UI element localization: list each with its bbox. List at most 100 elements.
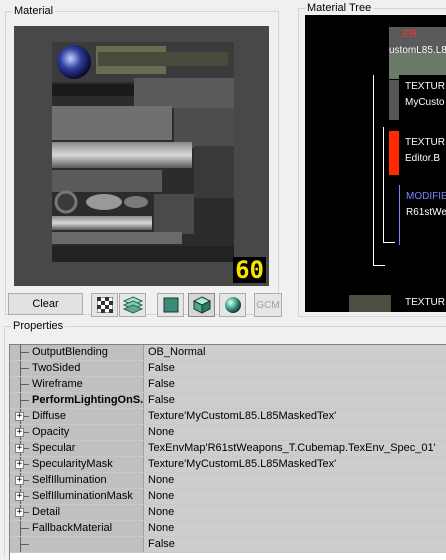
property-name-cell: + Detail <box>10 505 144 520</box>
tree-line <box>20 384 29 385</box>
property-name: Wireframe <box>32 378 83 390</box>
property-row[interactable]: + Specular TexEnvMap'R61stWeapons_T.Cubema… <box>10 441 446 457</box>
tree-node-name: MyCusto <box>405 97 445 108</box>
property-value[interactable]: Texture'MyCustomL85.L85MaskedTex' <box>144 409 446 424</box>
tree-node[interactable]: TEXTUR Editor.B <box>389 131 446 175</box>
property-row[interactable]: + Diffuse Texture'MyCustomL85.L85MaskedTex… <box>10 409 446 425</box>
material-panel-title: Material <box>12 5 56 18</box>
property-value[interactable]: False <box>144 393 446 408</box>
property-row[interactable]: False <box>10 537 446 553</box>
gcm-button-label: GCM <box>256 299 280 311</box>
cube-icon <box>192 296 211 314</box>
tree-node[interactable]: TEXTUR <box>349 293 446 312</box>
property-value[interactable]: None <box>144 425 446 440</box>
plane-icon <box>163 297 178 313</box>
property-name: Specular <box>32 442 76 454</box>
property-value[interactable]: TexEnvMap'R61stWeapons_T.Cubemap.TexEnv_… <box>144 441 446 456</box>
property-name: FallbackMaterial <box>32 522 113 534</box>
property-name-cell: + Opacity <box>10 425 144 440</box>
expand-plus-icon[interactable]: + <box>15 428 24 437</box>
clear-button-label: Clear <box>32 298 59 310</box>
material-panel: Material 60 <box>5 5 279 315</box>
material-preview[interactable]: 60 <box>14 26 269 286</box>
tree-line <box>20 352 29 353</box>
properties-title: Properties <box>11 320 66 333</box>
property-name-cell: + SpecularityMask <box>10 457 144 472</box>
property-name-cell: TwoSided <box>10 361 144 376</box>
property-name: Detail <box>32 506 61 518</box>
sphere-icon <box>224 297 241 313</box>
property-row[interactable]: + SpecularityMask Texture'MyCustomL85.L85M… <box>10 457 446 473</box>
property-value[interactable]: None <box>144 521 446 536</box>
tree-node-type: TEXTUR <box>405 137 445 148</box>
property-value[interactable]: None <box>144 505 446 520</box>
property-value[interactable]: False <box>144 377 446 392</box>
tree-line <box>20 528 29 529</box>
tree-node-type: TEXTUR <box>405 297 445 308</box>
property-name: SelfIllumination <box>32 474 107 486</box>
clear-button[interactable]: Clear <box>8 293 83 315</box>
expand-plus-icon[interactable]: + <box>15 508 24 517</box>
gcm-button[interactable]: GCM <box>254 293 282 317</box>
property-value[interactable]: None <box>144 473 446 488</box>
tree-node-type: TEXTUR <box>405 81 445 92</box>
checker-background-button[interactable] <box>91 293 118 317</box>
expand-plus-icon[interactable]: + <box>15 492 24 501</box>
property-name-cell <box>10 537 144 552</box>
tree-line <box>20 400 29 401</box>
property-name: PerformLightingOnS... <box>32 394 144 406</box>
tree-node-type: MODIFIE <box>406 191 446 202</box>
cube-preview-button[interactable] <box>188 293 215 317</box>
tree-node-name: R61stWe <box>406 207 446 218</box>
expand-plus-icon[interactable]: + <box>15 460 24 469</box>
property-name-cell: Wireframe <box>10 377 144 392</box>
property-row[interactable]: TwoSided False <box>10 361 446 377</box>
lod-badge: 60 <box>233 256 266 284</box>
property-name: SelfIlluminationMask <box>32 490 133 502</box>
property-name: Diffuse <box>32 410 67 422</box>
property-name-cell: + SelfIlluminationMask <box>10 489 144 504</box>
property-name: TwoSided <box>32 362 81 374</box>
properties-panel: Properties OutputBlending OB_Normal TwoSid… <box>4 320 446 560</box>
property-row[interactable]: FallbackMaterial None <box>10 521 446 537</box>
material-tree-panel: Material Tree ER ustomL85.L8 TEXTUR MyCu… <box>298 2 446 317</box>
tree-line <box>20 368 29 369</box>
property-name-cell: + SelfIllumination <box>10 473 144 488</box>
material-tree-canvas[interactable]: ER ustomL85.L8 TEXTUR MyCusto TEXTUR Edi… <box>305 15 446 312</box>
property-name-cell: + Diffuse <box>10 409 144 424</box>
property-name: OutputBlending <box>32 346 108 358</box>
property-row[interactable]: PerformLightingOnS... False <box>10 393 446 409</box>
property-name-cell: + Specular <box>10 441 144 456</box>
tree-node-name: Editor.B <box>405 153 441 164</box>
layers-icon <box>122 296 143 314</box>
expand-plus-icon[interactable]: + <box>15 444 24 453</box>
property-row[interactable]: + SelfIlluminationMask None <box>10 489 446 505</box>
layers-button[interactable] <box>119 293 146 317</box>
property-row[interactable]: + Detail None <box>10 505 446 521</box>
tree-node[interactable]: MODIFIE R61stWe <box>399 185 446 245</box>
texture-thumbnail <box>52 42 234 262</box>
sphere-preview-button[interactable] <box>219 293 246 317</box>
property-name: SpecularityMask <box>32 458 113 470</box>
property-name: Opacity <box>32 426 70 438</box>
checkerboard-icon <box>96 297 113 313</box>
property-row[interactable]: + SelfIllumination None <box>10 473 446 489</box>
expand-plus-icon[interactable]: + <box>15 476 24 485</box>
plane-preview-button[interactable] <box>157 293 184 317</box>
property-value[interactable]: Texture'MyCustomL85.L85MaskedTex' <box>144 457 446 472</box>
tree-line <box>20 544 29 545</box>
property-value[interactable]: False <box>144 361 446 376</box>
property-value[interactable]: OB_Normal <box>144 345 446 360</box>
property-value[interactable]: False <box>144 537 446 552</box>
property-grid[interactable]: OutputBlending OB_Normal TwoSided False Wire… <box>9 344 446 560</box>
expand-plus-icon[interactable]: + <box>15 412 24 421</box>
tree-node[interactable]: TEXTUR MyCusto <box>399 75 446 119</box>
property-row[interactable]: + Opacity None <box>10 425 446 441</box>
property-row[interactable]: Wireframe False <box>10 377 446 393</box>
tree-node-type: ER <box>403 29 417 40</box>
property-value[interactable]: None <box>144 489 446 504</box>
property-name-cell: FallbackMaterial <box>10 521 144 536</box>
property-row[interactable]: OutputBlending OB_Normal <box>10 345 446 361</box>
property-name-cell: OutputBlending <box>10 345 144 360</box>
property-name-cell: PerformLightingOnS... <box>10 393 144 408</box>
